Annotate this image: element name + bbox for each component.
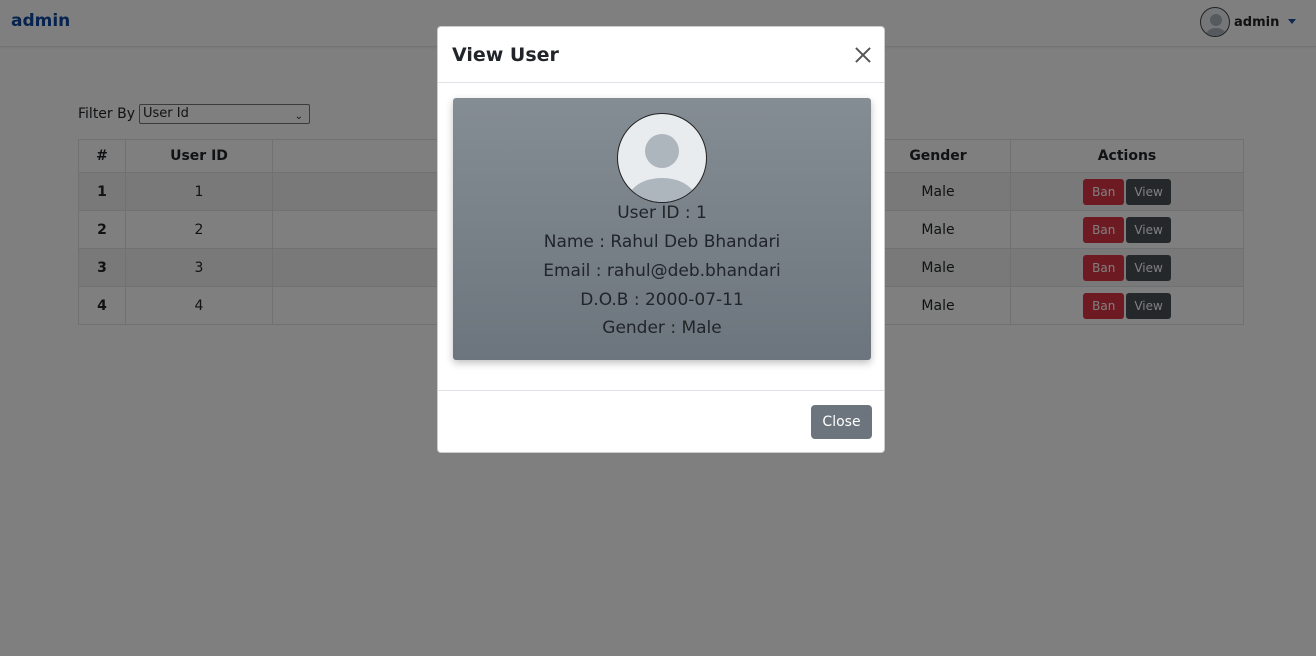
modal-title: View User: [452, 44, 559, 66]
close-icon[interactable]: [853, 45, 873, 65]
avatar: [617, 113, 707, 203]
modal-header: View User: [438, 27, 884, 83]
modal-footer: Close: [438, 390, 884, 453]
user-email-text: Email : rahul@deb.bhandari: [543, 261, 781, 281]
user-card: User ID : 1 Name : Rahul Deb Bhandari Em…: [453, 98, 871, 360]
close-button[interactable]: Close: [811, 405, 872, 439]
user-name-text: Name : Rahul Deb Bhandari: [543, 232, 781, 252]
user-id-text: User ID : 1: [617, 203, 707, 223]
user-gender-text: Gender : Male: [602, 318, 722, 338]
user-dob-text: D.O.B : 2000-07-11: [580, 290, 744, 310]
user-avatar-icon: [628, 134, 696, 202]
view-user-modal: View User User ID : 1 Name : Rahul Deb B…: [437, 26, 885, 453]
